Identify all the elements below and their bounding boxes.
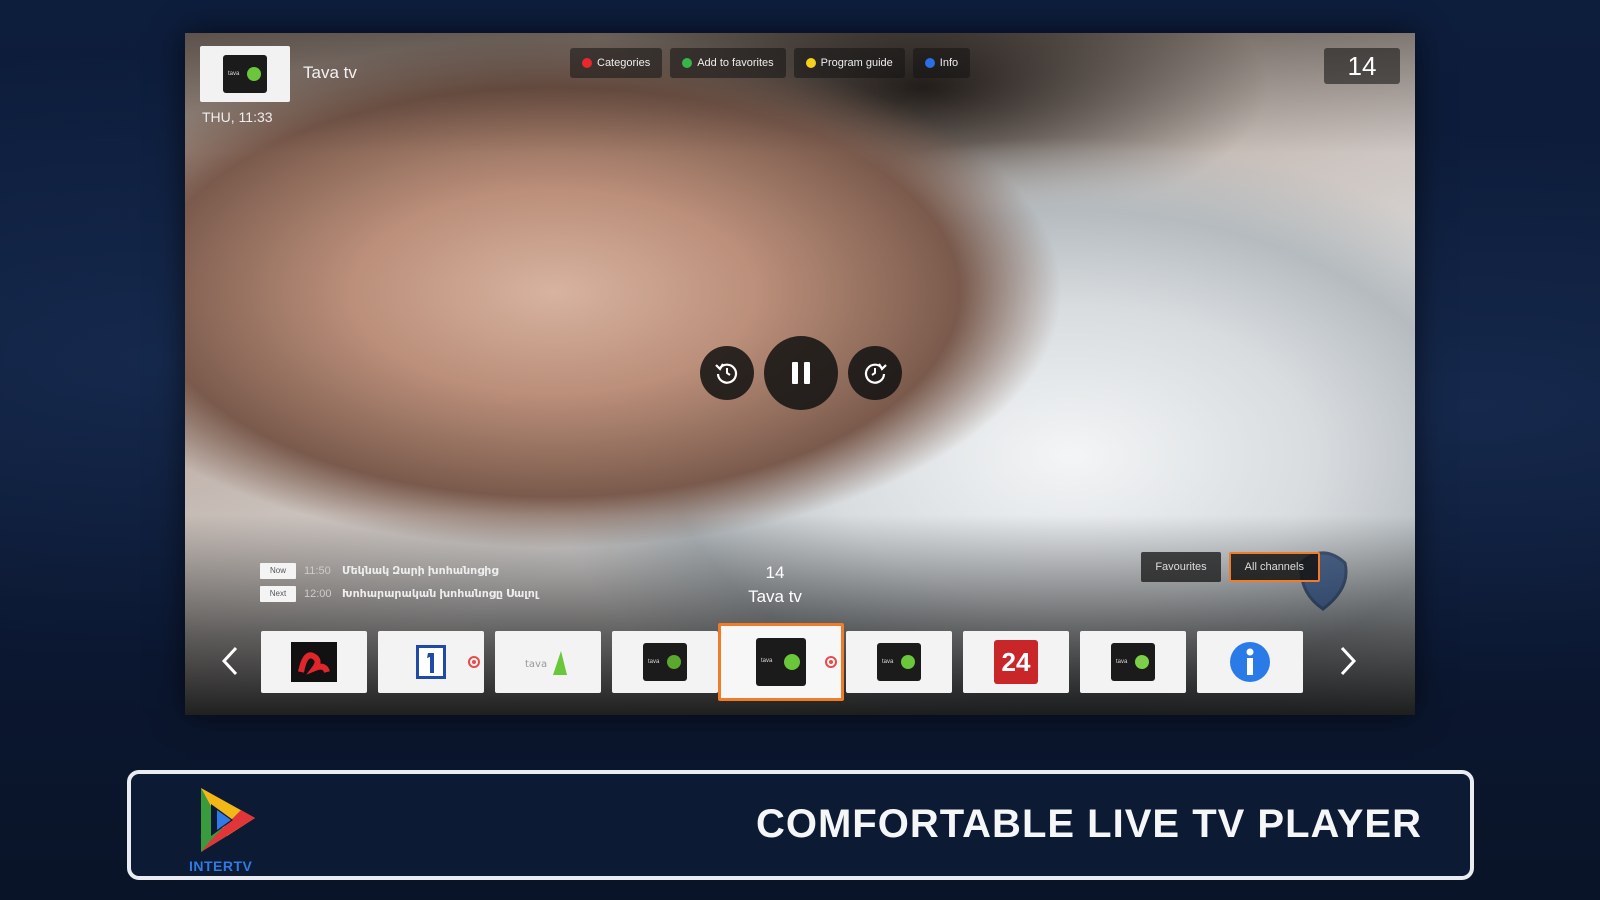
- pause-button[interactable]: [764, 336, 838, 410]
- forward-icon: [864, 363, 887, 384]
- program-now-row: Now 11:50 Մեկնակ Զարի խոհանոցից: [260, 559, 538, 582]
- rewind-button[interactable]: [700, 346, 754, 400]
- tv-screen: tava Tava tv THU, 11:33 Categories Add t…: [185, 33, 1415, 715]
- channel-logo-dark-icon: tava: [877, 643, 921, 681]
- green-dot-icon: [682, 58, 693, 68]
- channel-logo-red-icon: [291, 642, 337, 682]
- red-dot-icon: [582, 58, 592, 68]
- channel-name: Tava tv: [303, 63, 357, 82]
- next-title: Խոհարարական խոհանոցը Սալոլ: [342, 588, 539, 600]
- channel-logo-dark-icon: tava: [643, 643, 687, 681]
- selected-channel-number: 14: [765, 563, 785, 582]
- channel-logo-green-icon: tava: [525, 651, 567, 675]
- svg-text:tava: tava: [525, 659, 547, 670]
- channel-thumb[interactable]: tava: [1080, 631, 1186, 693]
- program-guide-button[interactable]: Program guide: [793, 48, 905, 78]
- channel-logo-info-icon: [1230, 642, 1270, 682]
- chevron-left-icon: [221, 646, 238, 676]
- selected-channel-name: Tava tv: [748, 587, 802, 606]
- carousel-next-button[interactable]: [1333, 641, 1363, 681]
- add-to-favorites-button[interactable]: Add to favorites: [670, 48, 786, 78]
- channel-thumb[interactable]: [1197, 631, 1303, 693]
- top-action-bar: Categories Add to favorites Program guid…: [570, 48, 971, 78]
- favourites-tab[interactable]: Favourites: [1141, 552, 1221, 582]
- current-channel-logo: tava: [200, 46, 290, 102]
- channel-number: 14: [1324, 48, 1400, 84]
- promo-banner: INTERTV COMFORTABLE LIVE TV PLAYER: [127, 770, 1474, 880]
- channel-logo-tava-icon: tava: [756, 638, 806, 686]
- chevron-right-icon: [1340, 646, 1357, 676]
- now-time: 11:50: [304, 564, 331, 577]
- channel-logo-24-icon: 24: [994, 640, 1038, 684]
- banner-tagline: COMFORTABLE LIVE TV PLAYER: [755, 802, 1422, 846]
- channel-thumb[interactable]: [261, 631, 367, 693]
- rewind-icon: [715, 363, 738, 384]
- channel-thumb[interactable]: tava: [846, 631, 952, 693]
- channel-thumb[interactable]: tava: [495, 631, 601, 693]
- selected-channel-label: 14 Tava tv: [725, 563, 825, 607]
- program-next-row: Next 12:00 Խոհարարական խոհանոցը Սալոլ: [260, 582, 538, 605]
- channel-logo-icon: tava: [223, 55, 267, 93]
- channel-thumb[interactable]: 24: [963, 631, 1069, 693]
- channel-logo-1-icon: [416, 645, 446, 679]
- forward-button[interactable]: [848, 346, 902, 400]
- add-to-favorites-label: Add to favorites: [697, 57, 774, 69]
- channel-thumb[interactable]: [378, 631, 484, 693]
- next-badge: Next: [260, 585, 296, 602]
- channel-logo-dark-icon: tava: [1111, 643, 1155, 681]
- channel-24-label: 24: [1001, 646, 1031, 677]
- channel-thumb[interactable]: tava: [612, 631, 718, 693]
- program-info: Now 11:50 Մեկնակ Զարի խոհանոցից Next 12:…: [260, 559, 538, 605]
- favorite-mark-icon: [825, 656, 837, 668]
- channel-thumb-active[interactable]: tava: [718, 623, 844, 701]
- blue-dot-icon: [924, 58, 935, 68]
- favorite-mark-icon: [468, 656, 480, 668]
- next-time: 12:00: [304, 587, 332, 600]
- yellow-dot-icon: [805, 58, 816, 68]
- channel-time: THU, 11:33: [202, 109, 273, 125]
- carousel-prev-button[interactable]: [215, 641, 245, 681]
- program-guide-label: Program guide: [820, 57, 893, 69]
- info-label: Info: [939, 57, 959, 69]
- channel-carousel: tava tava tava tava 24 tava: [185, 623, 1415, 705]
- app-name: INTERTV: [189, 858, 253, 874]
- categories-label: Categories: [597, 57, 651, 69]
- all-channels-tab[interactable]: All channels: [1228, 552, 1320, 582]
- info-button[interactable]: Info: [912, 48, 971, 78]
- pause-icon: [792, 362, 810, 384]
- categories-button[interactable]: Categories: [570, 48, 663, 78]
- now-badge: Now: [260, 562, 296, 579]
- playback-controls: [700, 336, 902, 410]
- now-title: Մեկնակ Զարի խոհանոցից: [342, 565, 499, 577]
- channel-list-toggle: Favourites All channels: [1141, 552, 1320, 582]
